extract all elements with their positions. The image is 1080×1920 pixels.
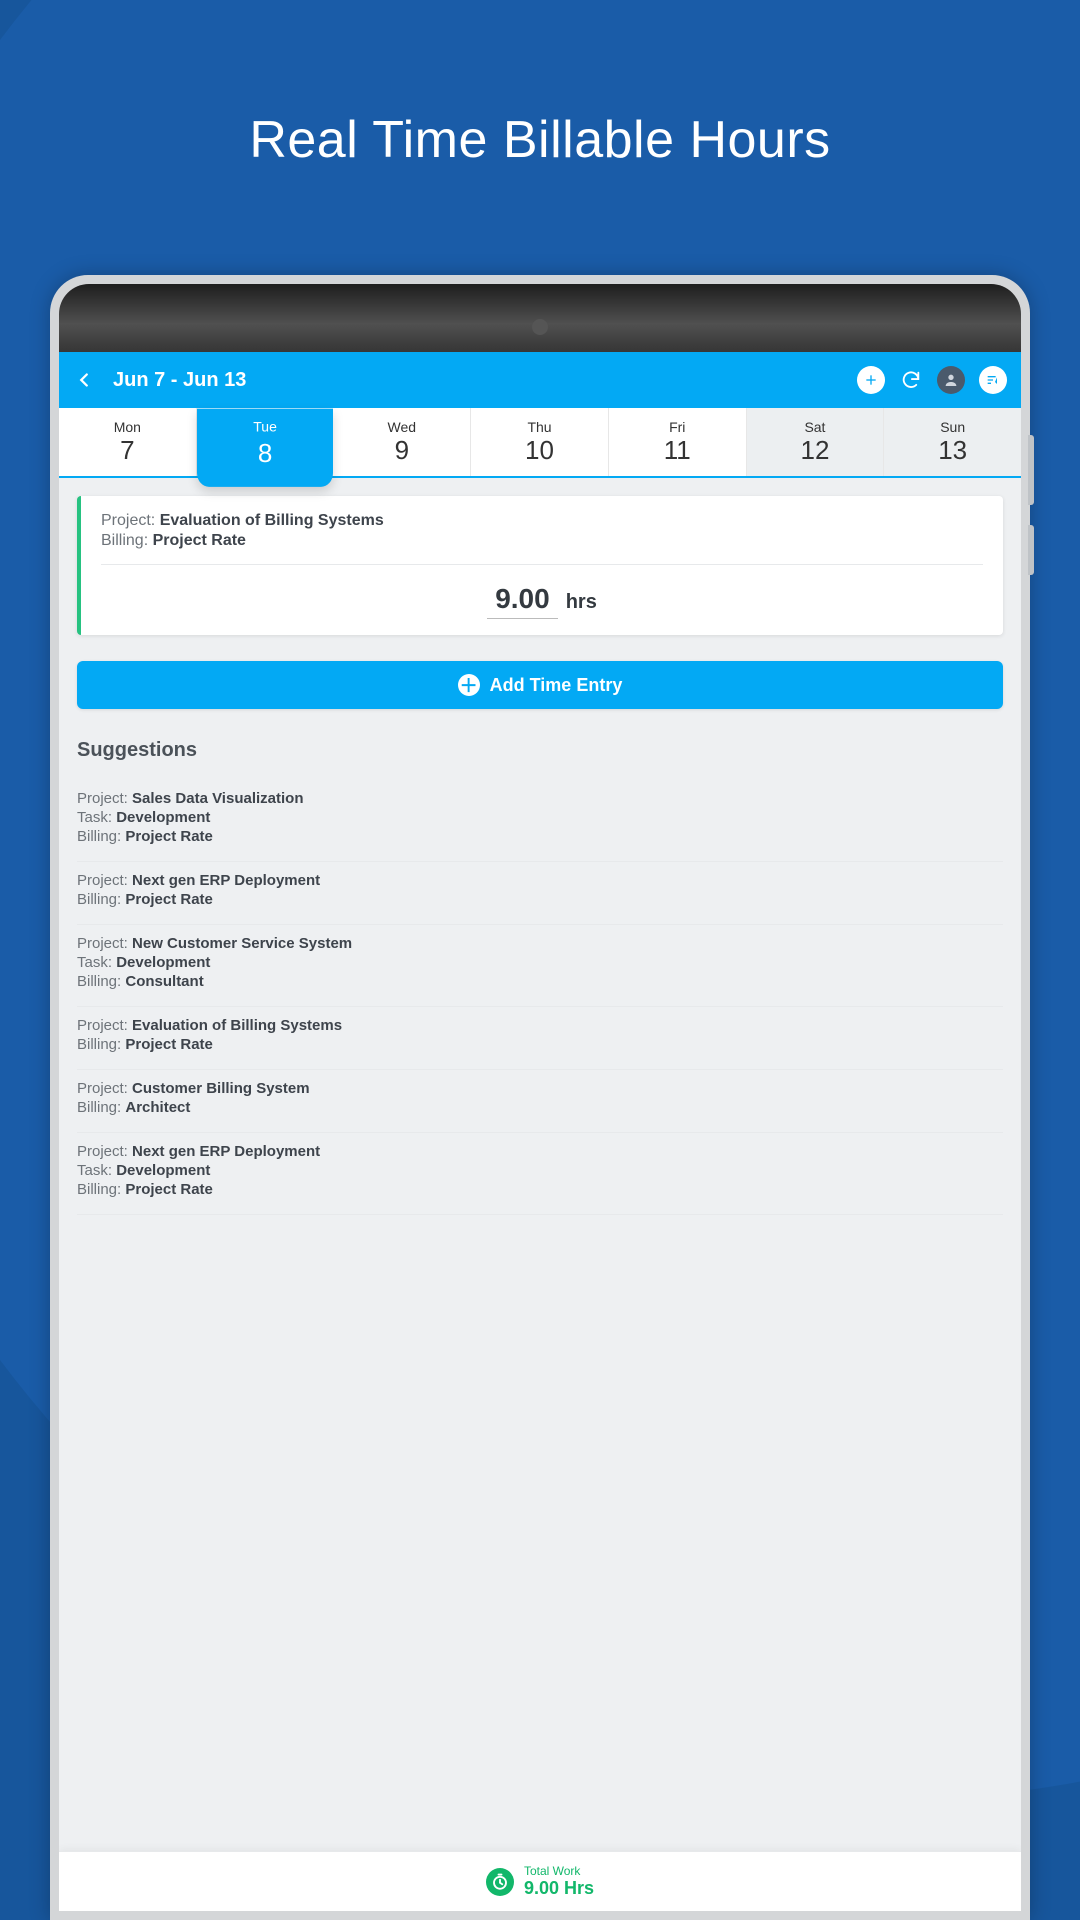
entry-billing: Project Rate <box>153 532 246 549</box>
suggestions-list: Project: Sales Data VisualizationTask: D… <box>77 780 1003 1215</box>
suggestions-heading: Suggestions <box>77 739 1003 762</box>
plus-circle-icon: ＋ <box>458 674 480 696</box>
tablet-frame: Jun 7 - Jun 13 Mon7Tue8Wed9T <box>50 275 1030 1920</box>
suggestion-item[interactable]: Project: Sales Data VisualizationTask: D… <box>77 780 1003 862</box>
suggestion-item[interactable]: Project: Customer Billing SystemBilling:… <box>77 1070 1003 1133</box>
day-number: 13 <box>938 435 967 466</box>
day-of-week: Sat <box>804 419 825 435</box>
day-cell-fri[interactable]: Fri11 <box>609 408 747 476</box>
app-screen: Jun 7 - Jun 13 Mon7Tue8Wed9T <box>59 352 1021 1911</box>
day-of-week: Fri <box>669 419 685 435</box>
day-of-week: Mon <box>114 419 141 435</box>
refresh-icon[interactable] <box>899 368 923 392</box>
total-work-value: 9.00 Hrs <box>524 1878 594 1899</box>
day-cell-wed[interactable]: Wed9 <box>333 408 471 476</box>
day-number: 8 <box>258 437 272 468</box>
day-number: 7 <box>120 435 134 466</box>
entry-hours-unit: hrs <box>566 591 597 613</box>
day-selector-row: Mon7Tue8Wed9Thu10Fri11Sat12Sun13 <box>59 408 1021 478</box>
day-cell-thu[interactable]: Thu10 <box>471 408 609 476</box>
entry-project: Evaluation of Billing Systems <box>160 512 384 529</box>
sort-icon[interactable] <box>979 366 1007 394</box>
entry-hours: 9.00 <box>487 583 558 619</box>
hero-title: Real Time Billable Hours <box>0 110 1080 170</box>
day-of-week: Thu <box>527 419 551 435</box>
day-cell-sat[interactable]: Sat12 <box>747 408 885 476</box>
day-of-week: Sun <box>940 419 965 435</box>
day-number: 10 <box>525 435 554 466</box>
time-entry-card[interactable]: Project: Evaluation of Billing Systems B… <box>77 496 1003 635</box>
date-range-title: Jun 7 - Jun 13 <box>113 369 839 392</box>
day-number: 9 <box>395 435 409 466</box>
suggestion-item[interactable]: Project: Next gen ERP DeploymentBilling:… <box>77 862 1003 925</box>
suggestion-item[interactable]: Project: Evaluation of Billing SystemsBi… <box>77 1007 1003 1070</box>
day-cell-mon[interactable]: Mon7 <box>59 408 197 476</box>
day-cell-sun[interactable]: Sun13 <box>884 408 1021 476</box>
suggestion-item[interactable]: Project: Next gen ERP DeploymentTask: De… <box>77 1133 1003 1215</box>
app-bar: Jun 7 - Jun 13 <box>59 352 1021 408</box>
add-time-entry-button[interactable]: ＋ Add Time Entry <box>77 661 1003 709</box>
footer-bar: Total Work 9.00 Hrs <box>59 1851 1021 1911</box>
user-icon[interactable] <box>937 366 965 394</box>
day-of-week: Tue <box>253 418 277 434</box>
back-arrow-icon[interactable] <box>73 369 95 391</box>
total-work-label: Total Work <box>524 1864 594 1878</box>
add-icon[interactable] <box>857 366 885 394</box>
timer-icon <box>486 1868 514 1896</box>
day-cell-tue[interactable]: Tue 8 <box>197 409 334 487</box>
day-of-week: Wed <box>388 419 417 435</box>
day-number: 11 <box>664 435 691 466</box>
day-number: 12 <box>800 435 829 466</box>
suggestion-item[interactable]: Project: New Customer Service SystemTask… <box>77 925 1003 1007</box>
